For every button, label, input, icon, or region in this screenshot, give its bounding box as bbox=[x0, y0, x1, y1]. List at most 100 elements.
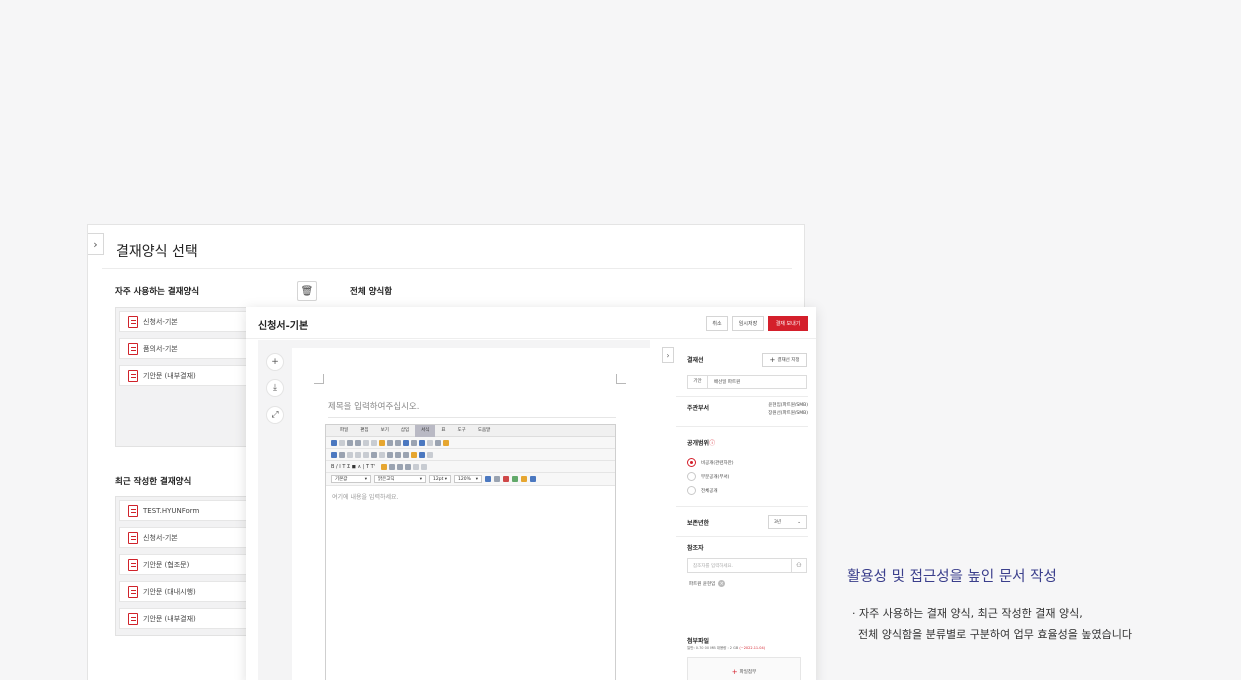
align-icon[interactable] bbox=[397, 463, 404, 470]
highlight-icon[interactable] bbox=[381, 463, 388, 470]
menu-file[interactable]: 파일 bbox=[334, 425, 354, 437]
divider bbox=[676, 506, 808, 507]
copy-icon[interactable] bbox=[387, 439, 393, 446]
title-input[interactable]: 제목을 입력하여주십시오. bbox=[328, 400, 616, 418]
lock-icon[interactable] bbox=[411, 451, 417, 458]
side-toggle-button[interactable]: › bbox=[662, 347, 674, 363]
menu-table[interactable]: 표 bbox=[435, 425, 451, 437]
format-buttons[interactable]: B / I T Σ ◼ ∧ | T T' bbox=[331, 464, 375, 470]
divider bbox=[676, 536, 808, 537]
set-approval-line-button[interactable]: + 결재선 지정 bbox=[762, 353, 807, 367]
tool-icon[interactable] bbox=[379, 451, 385, 458]
list-item[interactable]: 기안문 (대내시행) bbox=[119, 581, 251, 602]
find-icon[interactable] bbox=[395, 439, 401, 446]
redo-icon[interactable] bbox=[371, 439, 377, 446]
retention-select[interactable]: 3년 ⌄ bbox=[768, 515, 807, 529]
list-item[interactable]: 기안문 (내부결재) bbox=[119, 365, 251, 386]
menu-view[interactable]: 보기 bbox=[375, 425, 395, 437]
document-icon bbox=[128, 342, 138, 355]
rich-text-editor[interactable]: 파일 편집 보기 삽입 서식 표 도구 도움말 B / I T Σ ◼ ∧ | … bbox=[325, 424, 616, 680]
recent-forms-title: 최근 작성한 결재양식 bbox=[115, 477, 192, 487]
list-icon[interactable] bbox=[421, 463, 428, 470]
sup-icon[interactable] bbox=[403, 451, 409, 458]
zoom-select[interactable]: 120% ▾ bbox=[454, 475, 482, 483]
align-icon[interactable] bbox=[389, 463, 396, 470]
table-icon[interactable] bbox=[411, 439, 417, 446]
trash-icon: 🗑 bbox=[300, 285, 314, 297]
tool-icon[interactable] bbox=[347, 451, 353, 458]
open-icon[interactable] bbox=[339, 439, 345, 446]
download-button[interactable]: ⤓ bbox=[266, 379, 284, 397]
panel-toggle-button[interactable]: › bbox=[88, 233, 104, 255]
list-item[interactable]: 기안문 (협조문) bbox=[119, 554, 251, 575]
edit-icon[interactable] bbox=[339, 451, 345, 458]
style-select[interactable]: 기본값 ▾ bbox=[331, 475, 371, 483]
image-icon[interactable] bbox=[419, 439, 425, 446]
list-item[interactable]: 신청서-기본 bbox=[119, 527, 251, 548]
dropdown-icon: ▾ bbox=[419, 476, 422, 482]
scope-option-dept[interactable]: 부분공개(부서) bbox=[687, 472, 729, 481]
plus-icon: + bbox=[271, 357, 279, 367]
document-icon bbox=[128, 504, 138, 517]
font-select[interactable]: 맑은고딕 ▾ bbox=[374, 475, 426, 483]
editor-content[interactable]: 여기에 내용을 입력하세요. bbox=[326, 486, 615, 507]
crop-mark bbox=[314, 374, 324, 384]
insert-icon[interactable] bbox=[530, 476, 536, 482]
align-icon[interactable] bbox=[405, 463, 412, 470]
submit-approval-button[interactable]: 결재 보내기 bbox=[768, 316, 808, 331]
tool-icon[interactable] bbox=[355, 451, 361, 458]
add-button[interactable]: + bbox=[266, 353, 284, 371]
layout-icon[interactable] bbox=[331, 451, 337, 458]
tool-icon[interactable] bbox=[427, 451, 433, 458]
retention-title: 보존년한 bbox=[687, 520, 710, 527]
attach-file-button[interactable]: + 파일첨부 bbox=[687, 657, 801, 680]
menu-insert[interactable]: 삽입 bbox=[395, 425, 415, 437]
menu-tools[interactable]: 도구 bbox=[452, 425, 472, 437]
scope-option-public[interactable]: 전체공개 bbox=[687, 486, 718, 495]
tool-icon[interactable] bbox=[363, 451, 369, 458]
document-page: 제목을 입력하여주십시오. 파일 편집 보기 삽입 서식 표 도구 도움말 B … bbox=[292, 348, 650, 680]
insert-icon[interactable] bbox=[485, 476, 491, 482]
menu-help[interactable]: 도움말 bbox=[472, 425, 496, 437]
save-draft-button[interactable]: 임시저장 bbox=[732, 316, 764, 331]
undo-icon[interactable] bbox=[363, 439, 369, 446]
grid-icon[interactable] bbox=[387, 451, 393, 458]
user-search-icon[interactable]: ⚇ bbox=[791, 559, 806, 572]
emoji-icon[interactable] bbox=[443, 439, 449, 446]
info-icon[interactable] bbox=[419, 451, 425, 458]
paste-icon[interactable] bbox=[379, 439, 385, 446]
expand-icon: ⤢ bbox=[271, 410, 279, 420]
cancel-button[interactable]: 취소 bbox=[706, 316, 728, 331]
document-icon bbox=[128, 531, 138, 544]
list-item[interactable]: 기안문 (내부결재) bbox=[119, 608, 251, 629]
link-icon[interactable] bbox=[403, 439, 409, 446]
size-select[interactable]: 12pt ▾ bbox=[429, 475, 451, 483]
insert-icon[interactable] bbox=[512, 476, 518, 482]
editor-format-selects: 기본값 ▾ 맑은고딕 ▾ 12pt ▾ 120% ▾ bbox=[326, 473, 615, 486]
insert-icon[interactable] bbox=[521, 476, 527, 482]
indent-icon[interactable] bbox=[413, 463, 420, 470]
delete-button[interactable]: 🗑 bbox=[297, 281, 317, 301]
expand-button[interactable]: ⤢ bbox=[266, 406, 284, 424]
line-icon[interactable] bbox=[427, 439, 433, 446]
reference-input[interactable]: 참조자를 입력하세요. ⚇ bbox=[687, 558, 807, 573]
save-icon[interactable] bbox=[347, 439, 353, 446]
print-icon[interactable] bbox=[355, 439, 361, 446]
scope-option-private[interactable]: 비공개(관련자만) bbox=[687, 458, 734, 467]
insert-icon[interactable] bbox=[503, 476, 509, 482]
new-doc-icon[interactable] bbox=[331, 439, 337, 446]
sub-icon[interactable] bbox=[395, 451, 401, 458]
attachment-info: 일반: 0.70 00 MB 대용량 : 2 GB (~2022.11.04) bbox=[687, 646, 766, 650]
document-icon bbox=[128, 558, 138, 571]
menu-format[interactable]: 서식 bbox=[415, 424, 436, 437]
list-item[interactable]: TEST.HYUNForm bbox=[119, 500, 251, 521]
document-title: 신청서-기본 bbox=[258, 321, 309, 332]
remove-icon[interactable]: × bbox=[718, 580, 726, 587]
attachment-title: 첨부파일 bbox=[687, 638, 710, 645]
special-char-icon[interactable] bbox=[435, 439, 441, 446]
columns-icon[interactable] bbox=[371, 451, 377, 458]
list-item[interactable]: 신청서-기본 bbox=[119, 311, 251, 332]
insert-icon[interactable] bbox=[494, 476, 500, 482]
menu-edit[interactable]: 편집 bbox=[354, 425, 374, 437]
list-item[interactable]: 품의서-기본 bbox=[119, 338, 251, 359]
